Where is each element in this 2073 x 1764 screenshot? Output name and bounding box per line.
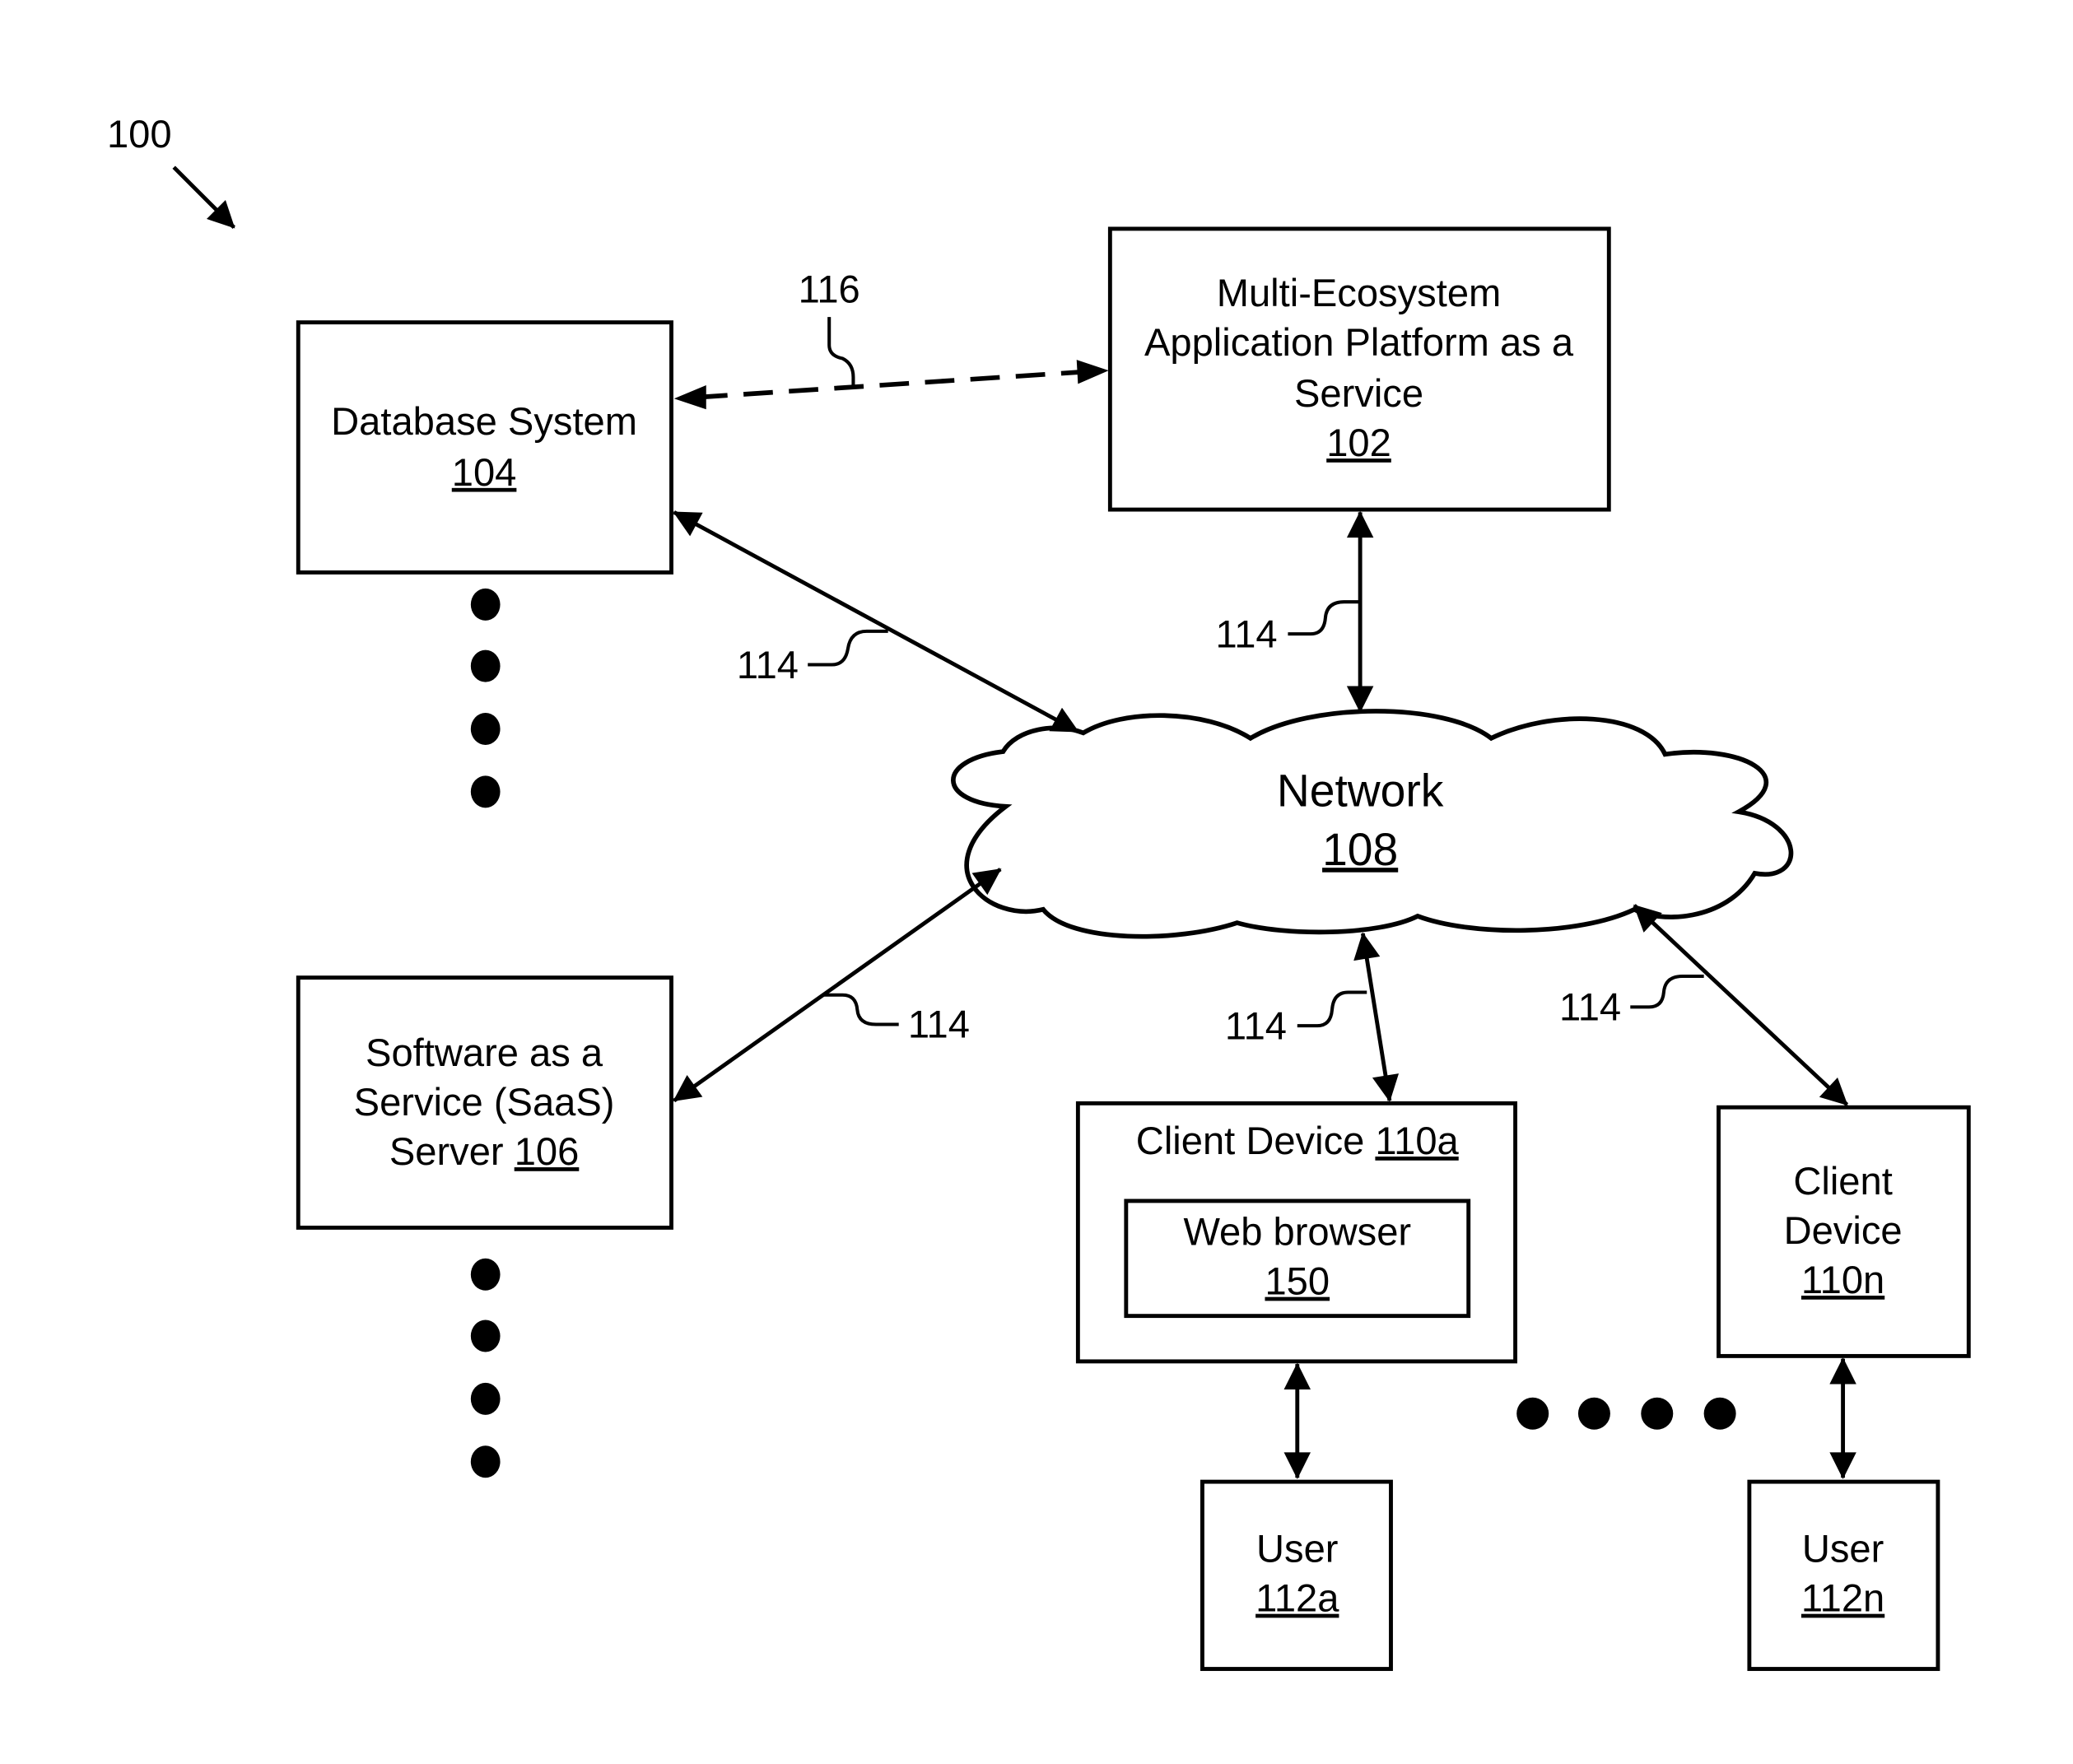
dashed-arrowhead-right bbox=[1076, 360, 1109, 384]
client-n-network-leader bbox=[1630, 974, 1704, 1009]
network-node[interactable]: Network 108 bbox=[951, 709, 1794, 939]
saas-ref: 106 bbox=[515, 1129, 580, 1173]
platform-node[interactable]: Multi-Ecosystem Application Platform as … bbox=[1107, 226, 1611, 512]
platform-title-line-2: Application Platform as a bbox=[1144, 320, 1574, 364]
client-device-a-ref: 110a bbox=[1375, 1119, 1459, 1162]
database-network-label: 114 bbox=[737, 643, 799, 687]
ellipsis-dot bbox=[470, 1320, 501, 1352]
dashed-leader bbox=[827, 317, 855, 389]
user-a-title: User bbox=[1256, 1527, 1338, 1571]
client-a-network-arrow bbox=[1353, 932, 1400, 1102]
saas-server-node[interactable]: Software as a Service (SaaS) Server 106 bbox=[296, 975, 673, 1230]
user-n-title: User bbox=[1802, 1527, 1884, 1571]
database-system-box bbox=[296, 320, 673, 575]
saas-network-label: 114 bbox=[908, 1003, 970, 1046]
database-network-leader bbox=[808, 629, 888, 667]
user-n-node[interactable]: User 112n bbox=[1747, 1479, 1940, 1671]
client-device-n-ref: 110n bbox=[1801, 1258, 1884, 1301]
platform-network-label: 114 bbox=[1215, 612, 1277, 655]
dashed-connection: 116 bbox=[673, 267, 1109, 410]
platform-network-leader bbox=[1288, 600, 1361, 636]
saas-network-leader bbox=[822, 993, 899, 1026]
ellipsis-dot bbox=[470, 775, 501, 808]
saas-title-line-3: Server 106 bbox=[389, 1129, 579, 1173]
web-browser-title: Web browser bbox=[1183, 1210, 1411, 1254]
system-diagram: 100 Database System 104 Multi-Ecosystem … bbox=[107, 112, 1971, 1671]
client-device-a-prefix: Client Device bbox=[1136, 1119, 1376, 1162]
client-device-a-title: Client Device 110a bbox=[1136, 1119, 1460, 1162]
platform-network-connection: 114 bbox=[1215, 510, 1374, 713]
saas-ellipsis bbox=[470, 1258, 501, 1478]
saas-title-line-2: Service (SaaS) bbox=[354, 1080, 615, 1124]
client-n-network-connection: 114 bbox=[1559, 904, 1849, 1106]
figure-ref-label: 100 bbox=[107, 112, 172, 156]
client-a-network-connection: 114 bbox=[1225, 932, 1400, 1102]
web-browser-node[interactable]: Web browser 150 bbox=[1124, 1198, 1471, 1319]
ellipsis-dot bbox=[1516, 1397, 1549, 1430]
client-device-n-title-line-1: Client bbox=[1793, 1159, 1892, 1203]
platform-title-line-3: Service bbox=[1294, 371, 1423, 415]
client-n-network-arrow bbox=[1633, 904, 1849, 1106]
saas-network-arrow bbox=[673, 868, 1002, 1103]
network-title: Network bbox=[1277, 766, 1444, 817]
client-n-network-label: 114 bbox=[1559, 985, 1621, 1029]
ellipsis-dot bbox=[470, 712, 501, 745]
ellipsis-dot bbox=[470, 1445, 501, 1478]
figure-ref: 100 bbox=[107, 112, 236, 230]
user-n-ref: 112n bbox=[1801, 1576, 1884, 1620]
clients-ellipsis bbox=[1516, 1397, 1736, 1430]
network-ref: 108 bbox=[1322, 824, 1398, 875]
database-ellipsis bbox=[470, 588, 501, 808]
database-system-node[interactable]: Database System 104 bbox=[296, 320, 673, 575]
dashed-arrowhead-left bbox=[673, 384, 706, 410]
ellipsis-dot bbox=[470, 1258, 501, 1291]
client-device-a-node[interactable]: Client Device 110a Web browser 150 bbox=[1075, 1101, 1518, 1364]
ellipsis-dot bbox=[470, 1382, 501, 1415]
user-a-node[interactable]: User 112a bbox=[1200, 1479, 1393, 1671]
saas-network-connection: 114 bbox=[673, 868, 1002, 1103]
platform-ref: 102 bbox=[1326, 421, 1391, 464]
client-a-network-leader bbox=[1297, 990, 1367, 1028]
saas-title-prefix: Server bbox=[389, 1129, 515, 1173]
dashed-connection-label: 116 bbox=[799, 267, 860, 310]
platform-title-line-1: Multi-Ecosystem bbox=[1217, 271, 1502, 314]
ellipsis-dot bbox=[470, 649, 501, 682]
ellipsis-dot bbox=[1703, 1397, 1736, 1430]
ellipsis-dot bbox=[1641, 1397, 1674, 1430]
client-a-network-label: 114 bbox=[1225, 1003, 1287, 1047]
dashed-arrow-line bbox=[697, 369, 1084, 400]
saas-title-line-1: Software as a bbox=[366, 1031, 603, 1074]
ellipsis-dot bbox=[1577, 1397, 1610, 1430]
ellipsis-dot bbox=[470, 588, 501, 621]
client-device-n-title-line-2: Device bbox=[1784, 1208, 1903, 1252]
client-device-n-node[interactable]: Client Device 110n bbox=[1717, 1105, 1971, 1358]
database-system-ref: 104 bbox=[452, 450, 517, 494]
figure-ref-arrow bbox=[172, 165, 236, 230]
user-a-ref: 112a bbox=[1255, 1576, 1339, 1620]
database-system-title: Database System bbox=[331, 399, 637, 443]
database-network-arrow bbox=[673, 510, 1079, 733]
database-network-connection: 114 bbox=[673, 510, 1079, 733]
web-browser-ref: 150 bbox=[1265, 1259, 1330, 1303]
